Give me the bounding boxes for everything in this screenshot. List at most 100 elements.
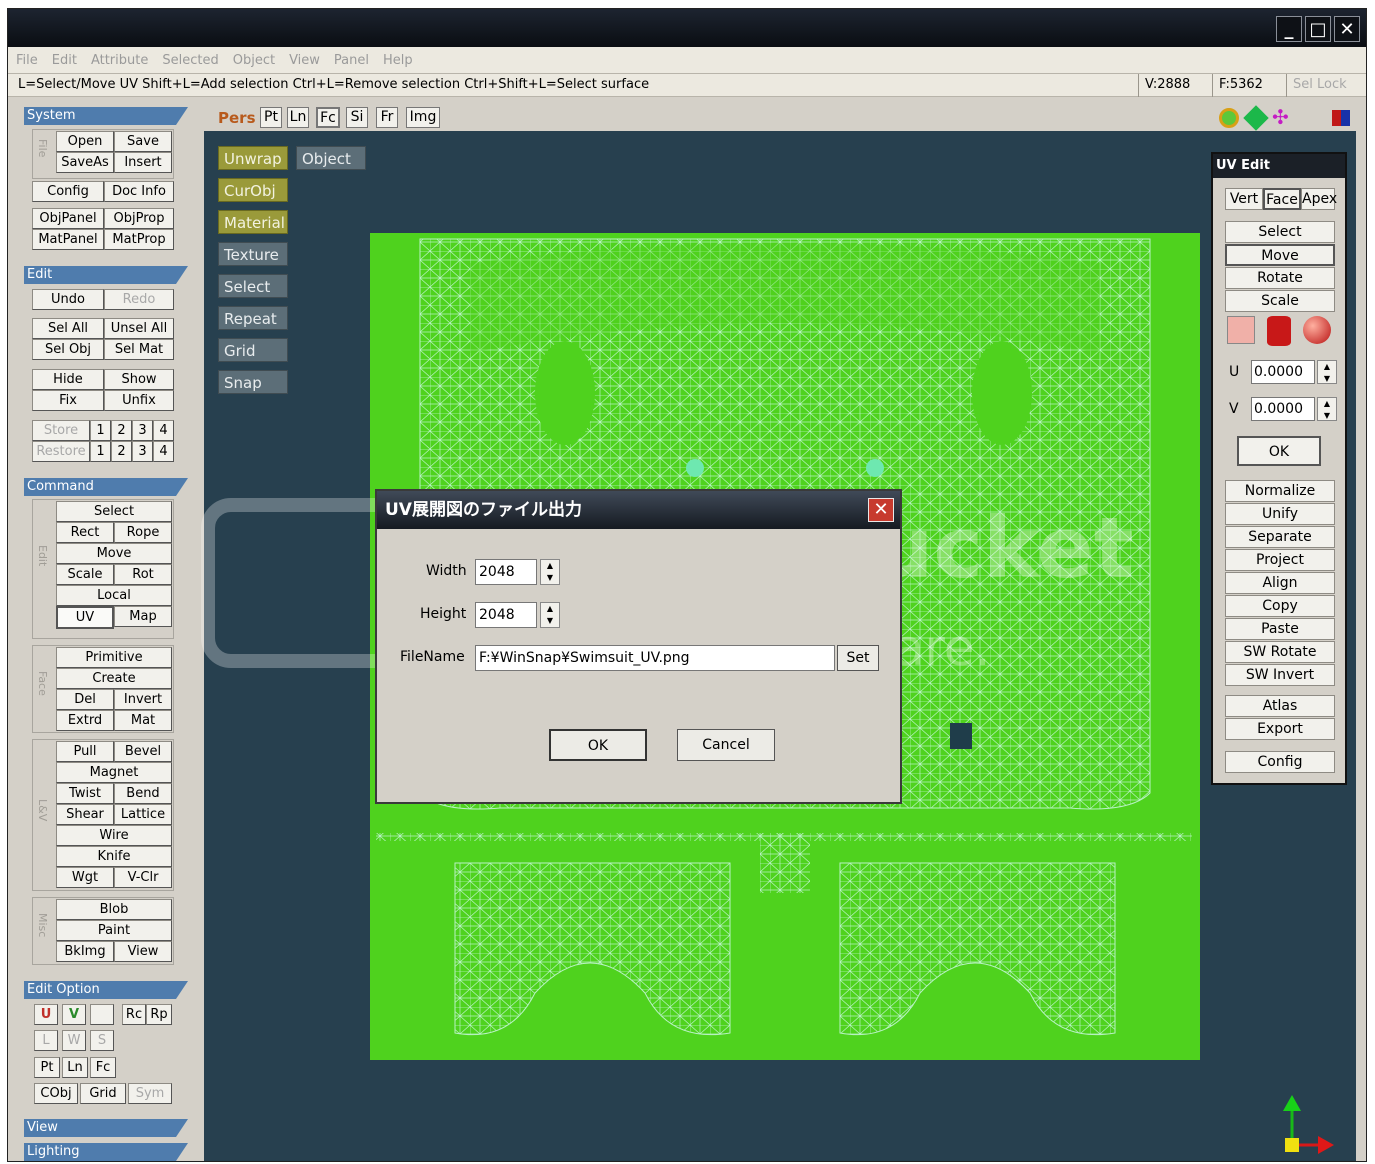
height-input[interactable]: 2048 xyxy=(475,602,537,628)
rotate-icon[interactable]: ✣ xyxy=(1272,107,1289,127)
plane-icon[interactable] xyxy=(1227,316,1255,344)
repeat-button[interactable]: Repeat xyxy=(218,306,288,330)
lattice-button[interactable]: Lattice xyxy=(114,804,172,825)
apex-tab[interactable]: Apex xyxy=(1301,188,1337,210)
uv-config-button[interactable]: Config xyxy=(1225,751,1335,773)
vert-tab[interactable]: Vert xyxy=(1225,188,1263,210)
store-2-button[interactable]: 2 xyxy=(111,420,132,441)
view-button[interactable]: View xyxy=(114,941,172,962)
store-1-button[interactable]: 1 xyxy=(90,420,111,441)
store-3-button[interactable]: 3 xyxy=(132,420,153,441)
sym-button[interactable]: Sym xyxy=(128,1083,172,1104)
filename-input[interactable]: F:¥WinSnap¥Swimsuit_UV.png xyxy=(475,645,835,671)
uv-ok-button[interactable]: OK xyxy=(1237,436,1321,466)
section-system[interactable]: System xyxy=(24,107,188,125)
uv-move-button[interactable]: Move xyxy=(1225,244,1335,266)
sel-lock[interactable]: Sel Lock xyxy=(1286,74,1366,97)
v-clr-button[interactable]: V-Clr xyxy=(114,867,172,888)
projection-mode[interactable]: Pers xyxy=(218,109,256,127)
section-lighting[interactable]: Lighting xyxy=(24,1143,188,1161)
matprop-button[interactable]: MatProp xyxy=(104,229,174,250)
align-button[interactable]: Align xyxy=(1225,572,1335,594)
save-button[interactable]: Save xyxy=(114,131,172,152)
set-button[interactable]: Set xyxy=(837,645,879,671)
sw-rotate-button[interactable]: SW Rotate xyxy=(1225,641,1335,663)
hide-button[interactable]: Hide xyxy=(32,369,104,390)
img-toggle[interactable]: Img xyxy=(406,107,440,128)
doc-info-button[interactable]: Doc Info xyxy=(104,181,174,202)
sw-invert-button[interactable]: SW Invert xyxy=(1225,664,1335,686)
bevel-button[interactable]: Bevel xyxy=(114,741,172,762)
u-input[interactable]: 0.0000 xyxy=(1251,360,1315,384)
move-button[interactable]: Move xyxy=(56,543,172,564)
knife-button[interactable]: Knife xyxy=(56,846,172,867)
zoom-icon[interactable] xyxy=(1219,108,1239,128)
mat-button[interactable]: Mat xyxy=(114,710,172,731)
insert-button[interactable]: Insert xyxy=(114,152,172,173)
material-button[interactable]: Material xyxy=(218,210,288,234)
uv-rotate-button[interactable]: Rotate xyxy=(1225,267,1335,289)
menu-panel[interactable]: Panel xyxy=(334,53,369,68)
rect-button[interactable]: Rect xyxy=(56,522,114,543)
bend-button[interactable]: Bend xyxy=(114,783,172,804)
invert-button[interactable]: Invert xyxy=(114,689,172,710)
blob-button[interactable]: Blob xyxy=(56,899,172,920)
dialog-ok-button[interactable]: OK xyxy=(549,729,647,761)
create-button[interactable]: Create xyxy=(56,668,172,689)
shear-button[interactable]: Shear xyxy=(56,804,114,825)
saveas-button[interactable]: SaveAs xyxy=(56,152,114,173)
menu-file[interactable]: File xyxy=(16,53,38,68)
w-button[interactable]: W xyxy=(62,1030,86,1051)
rot-button[interactable]: Rot xyxy=(114,564,172,585)
object-button[interactable]: Object xyxy=(296,146,366,170)
restore-4-button[interactable]: 4 xyxy=(153,441,174,462)
v-lock-button[interactable]: V xyxy=(62,1004,86,1025)
maximize-icon[interactable]: □ xyxy=(1305,16,1331,42)
section-edit-option[interactable]: Edit Option xyxy=(24,981,188,999)
map-button[interactable]: Map xyxy=(114,606,172,627)
pan-icon[interactable] xyxy=(1243,105,1269,131)
undo-button[interactable]: Undo xyxy=(32,289,104,310)
del-button[interactable]: Del xyxy=(56,689,114,710)
project-button[interactable]: Project xyxy=(1225,549,1335,571)
l-button[interactable]: L xyxy=(34,1030,58,1051)
v-input[interactable]: 0.0000 xyxy=(1251,397,1315,421)
unfix-button[interactable]: Unfix xyxy=(104,390,174,411)
redo-button[interactable]: Redo xyxy=(104,289,174,310)
dialog-cancel-button[interactable]: Cancel xyxy=(677,729,775,761)
face-tab[interactable]: Face xyxy=(1263,188,1301,210)
fix-button[interactable]: Fix xyxy=(32,390,104,411)
ln-option-button[interactable]: Ln xyxy=(62,1057,88,1078)
open-button[interactable]: Open xyxy=(56,131,114,152)
menu-object[interactable]: Object xyxy=(233,53,275,68)
scale-button[interactable]: Scale xyxy=(56,564,114,585)
rp-button[interactable]: Rp xyxy=(146,1004,172,1025)
pt-toggle[interactable]: Pt xyxy=(260,107,282,128)
width-spinner[interactable]: ▲ ▼ xyxy=(540,559,560,585)
w-lock-button[interactable] xyxy=(90,1004,114,1025)
primitive-button[interactable]: Primitive xyxy=(56,647,172,668)
width-input[interactable]: 2048 xyxy=(475,559,537,585)
menu-attribute[interactable]: Attribute xyxy=(91,53,148,68)
menu-view[interactable]: View xyxy=(289,53,320,68)
separate-button[interactable]: Separate xyxy=(1225,526,1335,548)
select-button[interactable]: Select xyxy=(56,501,172,522)
sphere-icon[interactable] xyxy=(1303,316,1331,344)
u-spinner[interactable]: ▲ ▼ xyxy=(1317,360,1337,384)
section-edit[interactable]: Edit xyxy=(24,266,188,284)
sel-all-button[interactable]: Sel All xyxy=(32,318,104,339)
u-lock-button[interactable]: U xyxy=(34,1004,58,1025)
twist-button[interactable]: Twist xyxy=(56,783,114,804)
height-spinner[interactable]: ▲ ▼ xyxy=(540,602,560,628)
minimize-icon[interactable]: _ xyxy=(1276,16,1302,42)
uv-button[interactable]: UV xyxy=(56,606,114,629)
menu-help[interactable]: Help xyxy=(383,53,413,68)
export-button[interactable]: Export xyxy=(1225,718,1335,740)
grid-button[interactable]: Grid xyxy=(218,338,288,362)
snap-button[interactable]: Snap xyxy=(218,370,288,394)
menu-edit[interactable]: Edit xyxy=(52,53,77,68)
objprop-button[interactable]: ObjProp xyxy=(104,208,174,229)
cobj-button[interactable]: CObj xyxy=(34,1083,78,1104)
dialog-title-bar[interactable]: UV展開図のファイル出力 ✕ xyxy=(377,491,900,529)
si-toggle[interactable]: Si xyxy=(346,107,368,128)
